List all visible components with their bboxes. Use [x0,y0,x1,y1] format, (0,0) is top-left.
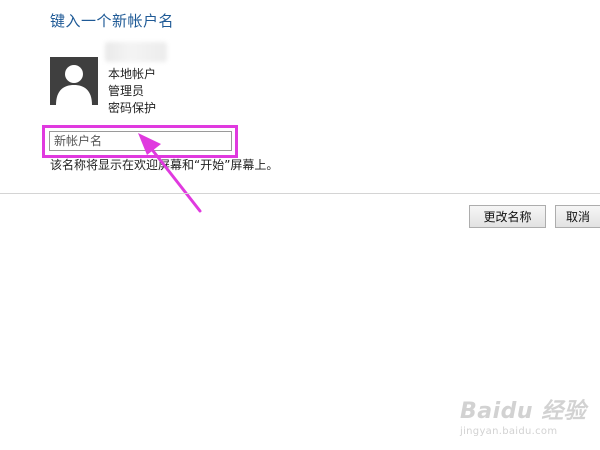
user-avatar-icon [50,57,98,105]
baidu-watermark: Baidu 经验 jingyan.baidu.com [460,393,586,437]
blurred-username [105,42,167,62]
watermark-brand: Baidu 经验 [460,399,587,424]
new-account-name-input[interactable] [49,131,232,151]
account-role: 管理员 [108,84,145,98]
account-details: 本地帐户 管理员 密码保护 [108,66,156,117]
name-hint-text: 该名称将显示在欢迎屏幕和“开始”屏幕上。 [50,158,279,172]
rename-button[interactable]: 更改名称 [469,205,546,228]
cancel-button[interactable]: 取消 [555,205,600,228]
divider [0,193,600,194]
account-type: 本地帐户 [108,67,157,81]
page-title: 键入一个新帐户名 [50,12,175,30]
account-security: 密码保护 [108,101,157,115]
watermark-site: jingyan.baidu.com [460,426,558,437]
